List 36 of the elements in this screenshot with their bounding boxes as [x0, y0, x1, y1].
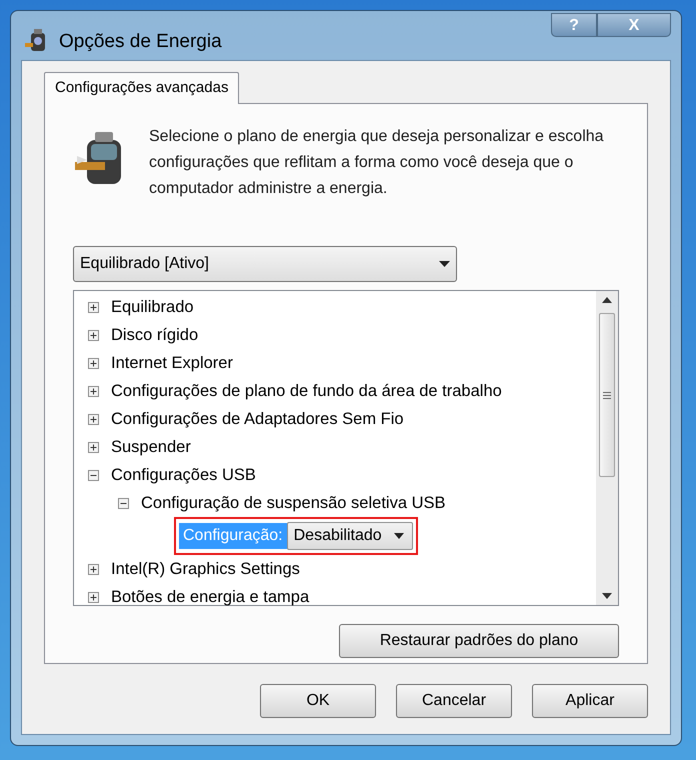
tree-item[interactable]: Configurações USB: [111, 462, 256, 488]
scrollbar[interactable]: [596, 291, 618, 605]
expand-icon[interactable]: [88, 442, 99, 452]
tree-item[interactable]: Equilibrado: [111, 294, 194, 320]
expand-icon[interactable]: [88, 564, 99, 574]
restore-defaults-button[interactable]: Restaurar padrões do plano: [339, 624, 619, 658]
scroll-thumb[interactable]: [599, 313, 615, 477]
dialog-button[interactable]: Cancelar: [396, 684, 512, 718]
tree-item[interactable]: Botões de energia e tampa: [111, 584, 310, 610]
description-text: Selecione o plano de energia que deseja personalizar e escolha configurações que reflitam a forma como você deseja que o computador administre a energia.: [149, 127, 605, 199]
expand-icon[interactable]: [88, 302, 99, 312]
tree-item[interactable]: Suspender: [111, 434, 191, 460]
dialog-button[interactable]: Aplicar: [532, 684, 648, 718]
scroll-up-icon[interactable]: [602, 297, 612, 303]
scroll-down-icon[interactable]: [602, 593, 612, 599]
collapse-icon[interactable]: [118, 498, 129, 508]
expand-icon[interactable]: [88, 386, 99, 396]
expand-icon[interactable]: [88, 414, 99, 424]
caret-icon: [394, 533, 404, 539]
collapse-icon[interactable]: [88, 470, 99, 480]
setting-dropdown[interactable]: Desabilitado: [286, 522, 413, 550]
tree-item[interactable]: Configurações de Adaptadores Sem Fio: [111, 406, 404, 432]
tree-item[interactable]: Intel(R) Graphics Settings: [111, 556, 300, 582]
window-title: Opções de Energia: [59, 30, 222, 54]
expand-icon[interactable]: [88, 358, 99, 368]
expand-icon[interactable]: [88, 592, 99, 602]
caret-icon: [439, 261, 450, 267]
grip-icon: [603, 392, 611, 398]
plan-dropdown[interactable]: Equilibrado [Ativo]: [73, 246, 457, 282]
expand-icon[interactable]: [88, 330, 99, 340]
tree-item[interactable]: Internet Explorer: [111, 350, 233, 376]
tree-item[interactable]: Configuração de suspensão seletiva USB: [141, 490, 446, 516]
tree-item[interactable]: Disco rígido: [111, 322, 198, 348]
tab[interactable]: Configurações avançadas: [44, 72, 240, 104]
dialog-button[interactable]: OK: [260, 684, 376, 718]
tree-item[interactable]: Configurações de plano de fundo da área de trabalho: [111, 378, 502, 404]
